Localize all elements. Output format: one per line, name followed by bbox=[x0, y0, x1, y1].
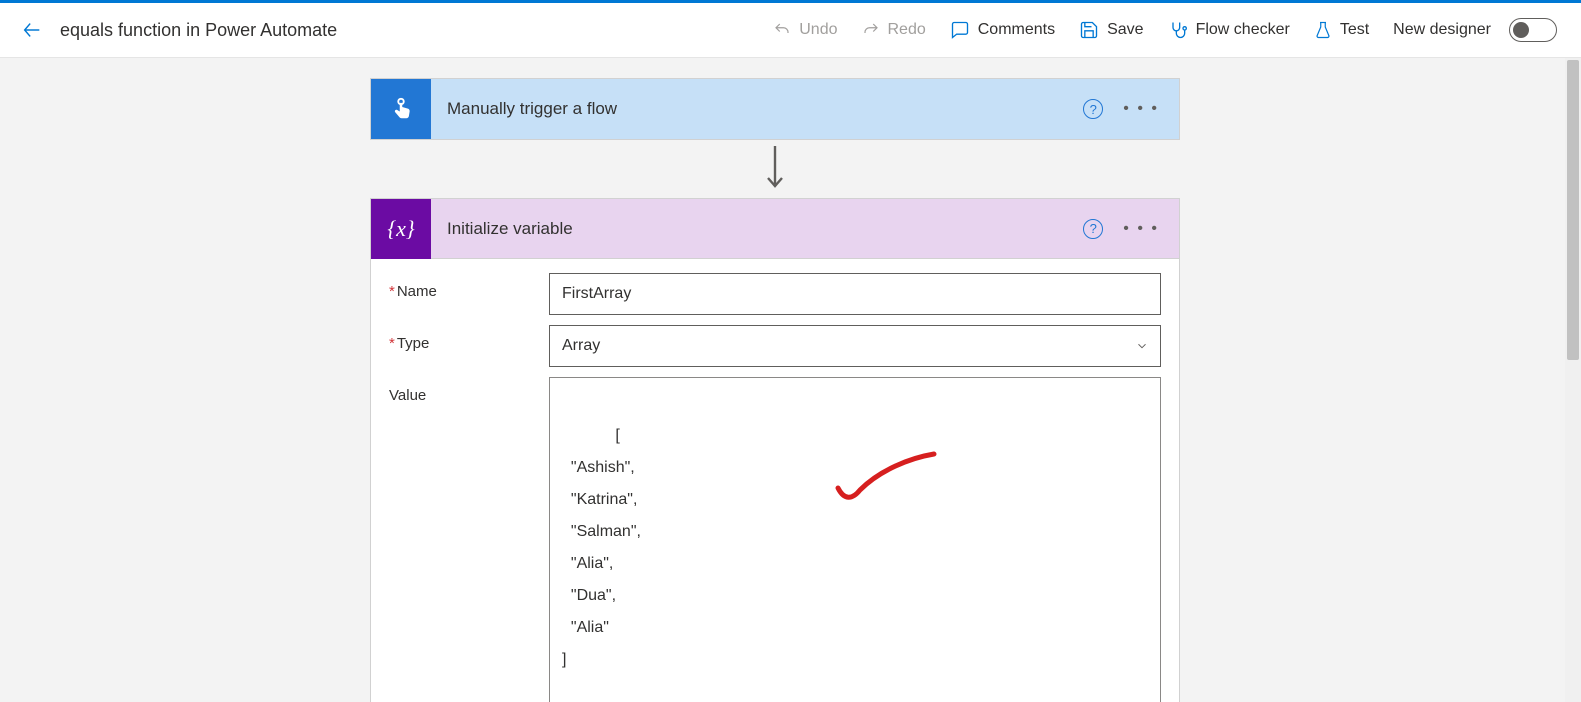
test-button[interactable]: Test bbox=[1302, 15, 1381, 45]
scrollbar-thumb[interactable] bbox=[1567, 60, 1579, 360]
name-label-text: Name bbox=[397, 283, 437, 300]
action-title: Initialize variable bbox=[431, 219, 1083, 239]
type-input[interactable] bbox=[549, 325, 1161, 367]
trigger-icon-box bbox=[371, 79, 431, 139]
action-body: *Name *Type Value [ "Ashish", "Katrina",… bbox=[371, 259, 1179, 702]
trigger-title: Manually trigger a flow bbox=[431, 99, 1083, 119]
trigger-card[interactable]: Manually trigger a flow ? • • • bbox=[370, 78, 1180, 140]
flask-icon bbox=[1314, 21, 1332, 39]
top-bar: equals function in Power Automate Undo R… bbox=[0, 3, 1581, 58]
comments-button[interactable]: Comments bbox=[938, 14, 1067, 46]
value-label: Value bbox=[389, 377, 549, 404]
connector-arrow bbox=[370, 140, 1180, 198]
back-button[interactable] bbox=[12, 10, 52, 50]
variable-icon: {x} bbox=[387, 216, 414, 242]
help-icon[interactable]: ? bbox=[1083, 99, 1103, 119]
action-actions: ? • • • bbox=[1083, 219, 1179, 239]
save-label: Save bbox=[1107, 21, 1143, 39]
page-title: equals function in Power Automate bbox=[60, 20, 337, 41]
action-card: {x} Initialize variable ? • • • *Name *T… bbox=[370, 198, 1180, 702]
new-designer-toggle[interactable]: New designer bbox=[1381, 12, 1569, 48]
undo-label: Undo bbox=[799, 21, 837, 39]
test-label: Test bbox=[1340, 21, 1369, 39]
new-designer-label: New designer bbox=[1393, 21, 1491, 39]
action-header[interactable]: {x} Initialize variable ? • • • bbox=[371, 199, 1179, 259]
value-textarea[interactable]: [ "Ashish", "Katrina", "Salman", "Alia",… bbox=[549, 377, 1161, 702]
redo-button[interactable]: Redo bbox=[850, 15, 938, 45]
type-select[interactable] bbox=[549, 325, 1161, 367]
checkmark-annotation bbox=[830, 450, 940, 510]
comments-label: Comments bbox=[978, 21, 1055, 39]
trigger-actions: ? • • • bbox=[1083, 99, 1179, 119]
name-row: *Name bbox=[389, 273, 1161, 315]
type-label-text: Type bbox=[397, 335, 430, 352]
vertical-scrollbar[interactable] bbox=[1565, 58, 1581, 702]
arrow-down-icon bbox=[763, 146, 787, 192]
arrow-left-icon bbox=[21, 19, 43, 41]
flow-checker-label: Flow checker bbox=[1196, 21, 1290, 39]
help-icon[interactable]: ? bbox=[1083, 219, 1103, 239]
type-label: *Type bbox=[389, 325, 549, 352]
toggle-switch[interactable] bbox=[1509, 18, 1557, 42]
name-input[interactable] bbox=[549, 273, 1161, 315]
value-row: Value [ "Ashish", "Katrina", "Salman", "… bbox=[389, 377, 1161, 702]
variable-icon-box: {x} bbox=[371, 199, 431, 259]
flow-canvas[interactable]: Manually trigger a flow ? • • • {x} Init… bbox=[0, 58, 1581, 702]
value-content: [ "Ashish", "Katrina", "Salman", "Alia",… bbox=[562, 427, 641, 668]
stethoscope-icon bbox=[1168, 20, 1188, 40]
save-icon bbox=[1079, 20, 1099, 40]
redo-icon bbox=[862, 21, 880, 39]
touch-icon bbox=[386, 94, 416, 124]
trigger-header[interactable]: Manually trigger a flow ? • • • bbox=[371, 79, 1179, 139]
flow-column: Manually trigger a flow ? • • • {x} Init… bbox=[370, 78, 1180, 702]
save-button[interactable]: Save bbox=[1067, 14, 1155, 46]
type-row: *Type bbox=[389, 325, 1161, 367]
name-label: *Name bbox=[389, 273, 549, 300]
flow-checker-button[interactable]: Flow checker bbox=[1156, 14, 1302, 46]
comment-icon bbox=[950, 20, 970, 40]
redo-label: Redo bbox=[888, 21, 926, 39]
undo-button[interactable]: Undo bbox=[761, 15, 849, 45]
undo-icon bbox=[773, 21, 791, 39]
